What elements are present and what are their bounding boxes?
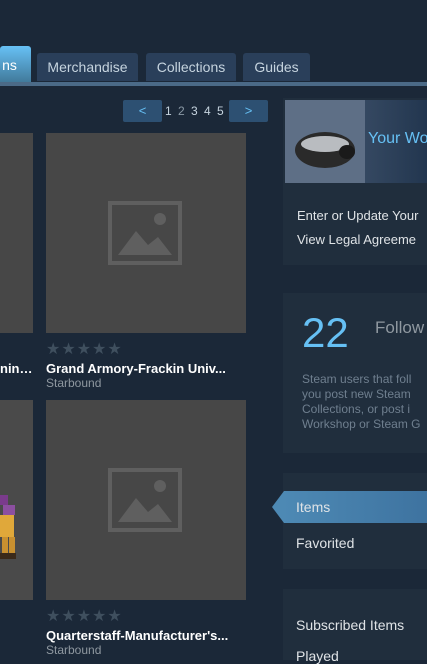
pagination: < 1 2 3 4 5 > (123, 100, 268, 122)
nav-played[interactable]: Played (296, 648, 339, 664)
description-line: you post new Steam (302, 387, 411, 401)
nav-favorited[interactable]: Favorited (296, 535, 354, 551)
description-line: Collections, or post i (302, 402, 411, 416)
page-1-link[interactable]: 1 (165, 104, 172, 118)
next-page-button[interactable]: > (229, 100, 268, 122)
badger-image-icon (285, 100, 365, 183)
banner-title: Your Wo (368, 130, 427, 147)
item-tile-left-bottom[interactable] (0, 400, 33, 600)
item-game-label: Starbound (46, 643, 102, 657)
followers-label: Follow (375, 318, 425, 337)
image-placeholder-icon (108, 201, 182, 265)
page-3-link[interactable]: 3 (191, 104, 198, 118)
tab-items[interactable]: ns (0, 46, 31, 82)
item-title[interactable]: ning... (0, 361, 34, 376)
character-sprite-icon (0, 495, 16, 559)
legal-agreement-link[interactable]: View Legal Agreeme (297, 232, 416, 247)
nav-subscribed-items[interactable]: Subscribed Items (296, 617, 404, 633)
page-2-current: 2 (178, 104, 185, 118)
item-tile[interactable] (46, 133, 246, 333)
workshop-banner: Your Wo (285, 100, 427, 183)
followers-description: Steam users that foll you post new Steam… (302, 372, 427, 432)
tab-underline (0, 82, 427, 86)
nav-items[interactable]: Items (296, 499, 330, 515)
item-title[interactable]: Quarterstaff-Manufacturer's... (46, 628, 246, 643)
item-tile-left-top[interactable] (0, 133, 33, 333)
rating-stars: ★★★★★ (46, 341, 123, 358)
tab-collections[interactable]: Collections (146, 53, 236, 81)
followers-count: 22 (302, 309, 349, 356)
description-line: Workshop or Steam G (302, 417, 421, 431)
tab-guides[interactable]: Guides (243, 53, 310, 81)
active-nav-arrow (272, 491, 284, 523)
page-4-link[interactable]: 4 (204, 104, 211, 118)
update-info-link[interactable]: Enter or Update Your (297, 208, 418, 223)
rating-stars: ★★★★★ (46, 608, 123, 625)
tab-merchandise[interactable]: Merchandise (37, 53, 138, 81)
description-line: Steam users that foll (302, 372, 412, 386)
page-5-link[interactable]: 5 (217, 104, 224, 118)
tab-items-label: ns (2, 57, 17, 73)
prev-page-button[interactable]: < (123, 100, 162, 122)
item-game-label: Starbound (46, 376, 102, 390)
image-placeholder-icon (108, 468, 182, 532)
item-title[interactable]: Grand Armory-Frackin Univ... (46, 361, 246, 376)
item-tile[interactable] (46, 400, 246, 600)
